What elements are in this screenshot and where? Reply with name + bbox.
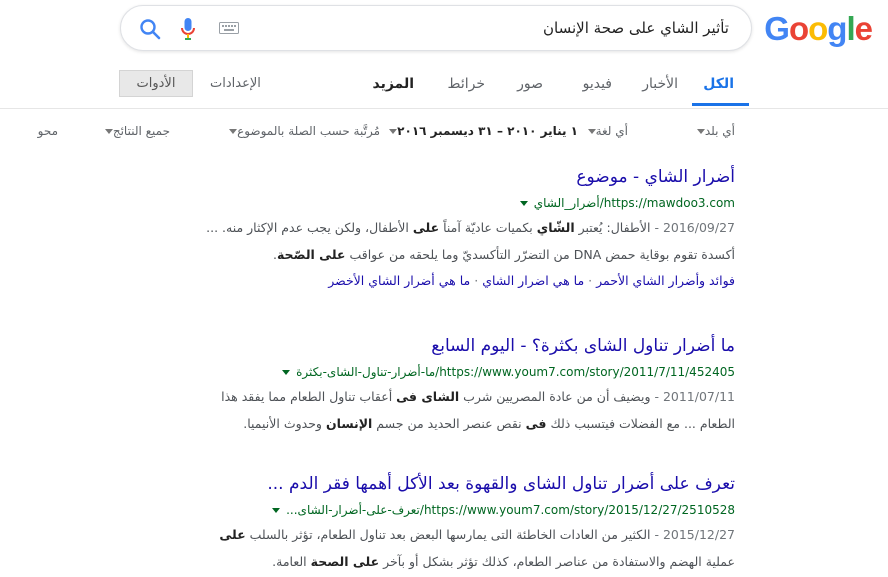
url-dropdown-icon[interactable] xyxy=(282,370,291,375)
sitelink[interactable]: ما هي أضرار الشاي الأخضر xyxy=(328,273,470,288)
url-dropdown-icon[interactable] xyxy=(272,508,281,513)
google-logo[interactable]: Google xyxy=(764,10,873,48)
chevron-down-icon xyxy=(229,129,238,134)
chevron-down-icon xyxy=(696,129,705,134)
filter-results[interactable]: جميع النتائج xyxy=(99,124,170,138)
result-title[interactable]: ما أضرار تناول الشاى بكثرة؟ - اليوم السا… xyxy=(175,335,735,357)
active-tab-indicator xyxy=(692,103,749,106)
chevron-down-icon xyxy=(389,129,398,134)
snippet-highlight: على الصّحة xyxy=(276,247,346,262)
search-box xyxy=(120,5,752,51)
filter-label: ١ يناير ٢٠١٠ – ٣١ ديسمبر ٢٠١٦ xyxy=(397,124,578,138)
logo-letter: o xyxy=(808,10,828,47)
tab-all[interactable]: الكل xyxy=(703,76,734,92)
tools-button[interactable]: الأدوات xyxy=(119,70,193,97)
filter-clear[interactable]: محو xyxy=(38,124,58,138)
logo-letter: G xyxy=(764,10,790,47)
snippet-text: عملية الهضم والاستفادة من عناصر الطعام، … xyxy=(379,554,735,569)
tab-videos[interactable]: فيديو xyxy=(583,76,612,92)
url-dropdown-icon[interactable] xyxy=(519,201,528,206)
sitelink[interactable]: ما هي اضرار الشاي xyxy=(482,273,584,288)
filter-date[interactable]: ١ يناير ٢٠١٠ – ٣١ ديسمبر ٢٠١٦ xyxy=(383,124,578,138)
tab-news[interactable]: الأخبار xyxy=(642,76,678,92)
search-input[interactable] xyxy=(267,16,731,40)
snippet-text: أكسدة تقوم بوقاية حمض DNA من التضرّر الت… xyxy=(345,247,735,262)
microphone-icon[interactable] xyxy=(181,18,195,40)
search-result: أضرار الشاي - موضوع https://mawdoo3.com/… xyxy=(175,166,735,292)
result-date: 2011/07/11 - xyxy=(654,389,735,404)
filter-language[interactable]: أي لغة xyxy=(582,124,628,138)
filter-label: مُرتَّبة حسب الصلة بالموضوع xyxy=(237,124,380,138)
chevron-down-icon xyxy=(104,129,113,134)
snippet-text: الطعام ... مع الفضلات فيتسبب ذلك xyxy=(546,416,735,431)
result-title[interactable]: تعرف على أضرار تناول الشاى والقهوة بعد ا… xyxy=(175,473,735,495)
chevron-down-icon xyxy=(587,129,596,134)
filter-sort[interactable]: مُرتَّبة حسب الصلة بالموضوع xyxy=(223,124,380,138)
filter-bar: أي بلد أي لغة ١ يناير ٢٠١٠ – ٣١ ديسمبر ٢… xyxy=(0,124,888,144)
filter-label: أي لغة xyxy=(595,124,628,138)
logo-letter: o xyxy=(788,10,809,47)
result-date: 2015/12/27 - xyxy=(654,527,735,542)
result-url: https://mawdoo3.com/أضرار_الشاي xyxy=(175,194,735,212)
logo-letter: g xyxy=(827,10,847,47)
sitelink[interactable]: فوائد وأضرار الشاي الأحمر xyxy=(596,273,735,288)
snippet-text: الأطفال: يُعتبر xyxy=(574,220,655,235)
snippet-highlight: على xyxy=(219,527,246,542)
snippet-text: الكثير من العادات الخاطئة التى يمارسها ا… xyxy=(245,527,655,542)
snippet-text: بكميات عاديّة آمناً xyxy=(439,220,537,235)
snippet-highlight: الشّاي xyxy=(536,220,575,235)
snippet-text: نقص عنصر الحديد من جسم xyxy=(372,416,526,431)
result-url-text: https://mawdoo3.com/أضرار_الشاي xyxy=(533,196,735,210)
search-result: تعرف على أضرار تناول الشاى والقهوة بعد ا… xyxy=(175,473,735,575)
snippet-text: وحدوث الأنيميا. xyxy=(243,416,326,431)
tab-maps[interactable]: خرائط xyxy=(448,76,485,92)
snippet-text: ويضيف أن من عادة المصريين شرب xyxy=(459,389,655,404)
settings-link[interactable]: الإعدادات xyxy=(210,76,261,91)
result-url-text: https://www.youm7.com/story/2011/7/11/45… xyxy=(296,365,735,379)
filter-country[interactable]: أي بلد xyxy=(691,124,735,138)
result-snippet: 2011/07/11 - ويضيف أن من عادة المصريين ش… xyxy=(175,383,735,437)
result-snippet: 2016/09/27 - الأطفال: يُعتبر الشّاي بكمي… xyxy=(175,214,735,268)
logo-letter: e xyxy=(854,10,873,47)
result-title[interactable]: أضرار الشاي - موضوع xyxy=(175,166,735,188)
result-url: https://www.youm7.com/story/2015/12/27/2… xyxy=(175,501,735,519)
tab-images[interactable]: صور xyxy=(517,76,543,92)
header: Google الكل الأخبار فيديو صور خرائط المز… xyxy=(0,0,888,109)
search-result: ما أضرار تناول الشاى بكثرة؟ - اليوم السا… xyxy=(175,335,735,437)
filter-label: جميع النتائج xyxy=(112,124,170,138)
tab-more[interactable]: المزيد xyxy=(373,76,415,92)
result-date: 2016/09/27 - xyxy=(654,220,735,235)
snippet-highlight: على xyxy=(412,220,440,235)
result-snippet: 2015/12/27 - الكثير من العادات الخاطئة ا… xyxy=(175,521,735,575)
logo-letter: l xyxy=(846,10,855,47)
result-url: https://www.youm7.com/story/2011/7/11/45… xyxy=(175,363,735,381)
search-icon[interactable] xyxy=(139,18,161,40)
snippet-highlight: الإنسان xyxy=(325,416,373,431)
sitelink-separator: · xyxy=(588,273,593,288)
snippet-text: العامة. xyxy=(272,554,311,569)
sitelink-separator: · xyxy=(474,273,479,288)
snippet-highlight: على الصحة xyxy=(310,554,380,569)
filter-label: أي بلد xyxy=(704,124,735,138)
snippet-highlight: فى xyxy=(525,416,547,431)
snippet-text: الأطفال، ولكن يجب عدم الإكثار منه. ... xyxy=(206,220,413,235)
snippet-highlight: الشاى فى xyxy=(396,389,460,404)
snippet-text: أعقاب تناول الطعام مما يفقد هذا xyxy=(221,389,397,404)
result-sitelinks: فوائد وأضرار الشاي الأحمر·ما هي اضرار ال… xyxy=(175,270,735,292)
result-url-text: https://www.youm7.com/story/2015/12/27/2… xyxy=(286,503,735,517)
keyboard-icon[interactable] xyxy=(219,22,239,34)
